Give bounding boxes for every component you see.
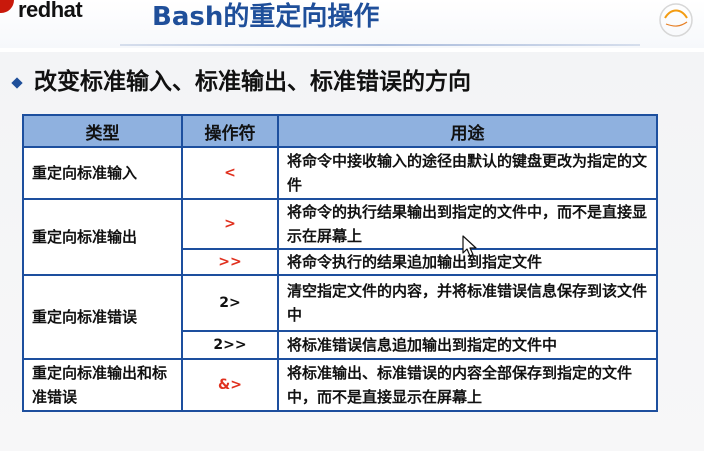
type-cell: 重定向标准输出和标准错误: [22, 358, 183, 412]
header-divider: [120, 44, 640, 46]
subtitle: 改变标准输入、标准输出、标准错误的方向: [34, 69, 471, 95]
use-cell: 清空指定文件的内容，并将标准错误信息保存到该文件中: [277, 274, 658, 332]
redirect-table: 类型 操作符 用途 重定向标准输入 < 将命令中接收输入的途径由默认的键盘更改为…: [22, 114, 658, 412]
page-title: Bash的重定向操作: [152, 2, 380, 32]
column-header-use: 用途: [277, 114, 658, 148]
table-row: 重定向标准输出 > 将命令的执行结果输出到指定的文件中，而不是直接显示在屏幕上: [22, 198, 658, 276]
table-row: 重定向标准输出和标准错误 &> 将标准输出、标准错误的内容全部保存到指定的文件中…: [22, 358, 658, 412]
redhat-logo: redhat: [0, 0, 110, 24]
redhat-logo-text: redhat: [18, 0, 83, 22]
redhat-logo-icon: [0, 0, 14, 13]
operator-cell: &>: [181, 358, 279, 412]
type-cell: 重定向标准输出: [22, 198, 183, 276]
use-cell: 将标准错误信息追加输出到指定的文件中: [277, 330, 658, 360]
column-header-operator: 操作符: [181, 114, 279, 148]
bullet-diamond-icon: [11, 77, 23, 89]
operator-cell: >>: [181, 248, 279, 276]
column-header-type: 类型: [22, 114, 183, 148]
operator-cell: <: [181, 146, 279, 200]
mouse-cursor-icon: [462, 235, 477, 257]
watermark-logo-icon: [659, 3, 693, 37]
operator-cell: 2>: [181, 274, 279, 332]
slide: redhat Bash的重定向操作 改变标准输入、标准输出、标准错误的方向 类型…: [0, 0, 704, 451]
use-cell: 将标准输出、标准错误的内容全部保存到指定的文件中，而不是直接显示在屏幕上: [277, 358, 658, 412]
type-cell: 重定向标准错误: [22, 274, 183, 360]
type-cell: 重定向标准输入: [22, 146, 183, 200]
operator-cell: >: [181, 198, 279, 250]
table-header-row: 类型 操作符 用途: [22, 114, 658, 148]
table-row: 重定向标准错误 2> 清空指定文件的内容，并将标准错误信息保存到该文件中: [22, 274, 658, 360]
use-cell: 将命令中接收输入的途径由默认的键盘更改为指定的文件: [277, 146, 658, 200]
operator-cell: 2>>: [181, 330, 279, 360]
table-row: 重定向标准输入 < 将命令中接收输入的途径由默认的键盘更改为指定的文件: [22, 146, 658, 200]
